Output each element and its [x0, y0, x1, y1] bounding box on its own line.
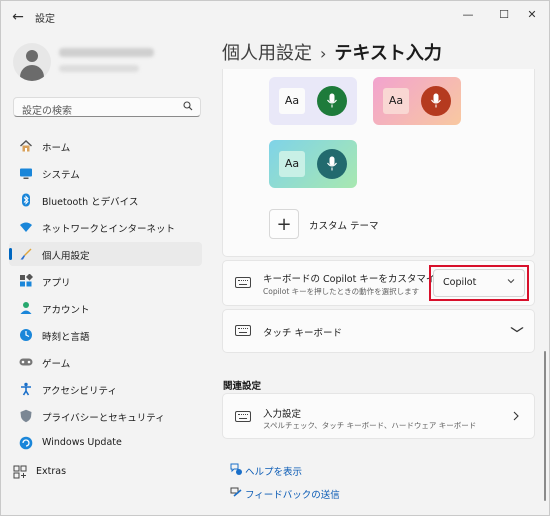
network-icon — [20, 222, 32, 232]
sidebar-item-network[interactable]: ネットワークとインターネット — [9, 215, 202, 239]
sidebar-item-bluetooth[interactable]: Bluetooth とデバイス — [9, 188, 202, 212]
microphone-icon — [317, 86, 347, 116]
breadcrumb-current: テキスト入力 — [334, 43, 442, 64]
account-icon — [20, 302, 32, 314]
sidebar-item-extras[interactable]: Extras — [3, 460, 196, 484]
sidebar-item-label: アカウント — [42, 305, 90, 316]
breadcrumb-parent[interactable]: 個人用設定 — [222, 43, 312, 64]
title-bar: ← 設定 — ☐ ✕ — [1, 1, 549, 33]
windows-update-icon — [19, 436, 33, 450]
avatar-body-shape — [20, 65, 44, 81]
theme-sample-text: Aa — [383, 88, 409, 114]
microphone-icon — [421, 86, 451, 116]
sidebar-item-label: アクセシビリティ — [42, 386, 117, 397]
keyboard-icon — [235, 411, 251, 422]
touch-keyboard-title: タッチ キーボード — [263, 328, 343, 339]
help-icon — [230, 463, 242, 475]
user-name-blurred — [59, 48, 154, 57]
sidebar-item-privacy[interactable]: プライバシーとセキュリティ — [9, 404, 202, 428]
sidebar-item-label: 時刻と言語 — [42, 332, 90, 343]
input-settings-subtitle: スペルチェック、タッチ キーボード、ハードウェア キーボード — [263, 421, 477, 430]
extras-icon — [13, 465, 27, 479]
help-link[interactable]: ヘルプを表示 — [245, 464, 302, 478]
brush-icon — [20, 248, 32, 260]
close-button[interactable]: ✕ — [514, 1, 550, 29]
sidebar-item-label: ゲーム — [42, 359, 71, 370]
search-icon — [183, 101, 193, 114]
sidebar-item-time-language[interactable]: 時刻と言語 — [9, 323, 202, 347]
search-input[interactable]: 設定の検索 — [13, 97, 201, 117]
settings-window: ← 設定 — ☐ ✕ 設定の検索 ホーム システム Bluetooth とデバイ… — [0, 0, 550, 516]
sidebar-item-label: Bluetooth とデバイス — [42, 197, 139, 208]
copilot-key-subtitle: Copilot キーを押したときの動作を選択します — [263, 287, 420, 296]
active-indicator — [9, 248, 12, 260]
highlight-box — [429, 265, 529, 301]
sidebar-item-label: 個人用設定 — [42, 251, 90, 262]
theme-item[interactable]: Aa — [269, 77, 357, 125]
home-icon — [20, 140, 32, 152]
sidebar-item-apps[interactable]: アプリ — [9, 269, 202, 293]
sidebar-item-label: Windows Update — [42, 437, 122, 448]
related-settings-heading: 関連設定 — [223, 381, 262, 392]
accessibility-icon — [21, 382, 31, 396]
feedback-icon — [230, 487, 242, 497]
user-email-blurred — [59, 65, 139, 72]
sidebar-item-accessibility[interactable]: アクセシビリティ — [9, 377, 202, 401]
keyboard-icon — [235, 325, 251, 336]
keyboard-icon — [235, 277, 251, 288]
bluetooth-icon — [22, 193, 30, 207]
microphone-icon — [317, 149, 347, 179]
time-language-icon — [20, 329, 32, 341]
sidebar-item-accounts[interactable]: アカウント — [9, 296, 202, 320]
chevron-right-icon[interactable] — [513, 410, 519, 424]
minimize-button[interactable]: — — [450, 1, 486, 29]
sidebar-item-label: アプリ — [42, 278, 71, 289]
page-title: 個人用設定 › テキスト入力 — [222, 39, 442, 65]
sidebar-item-label: システム — [42, 170, 80, 181]
sidebar-item-label: ネットワークとインターネット — [42, 224, 176, 235]
theme-sample-text: Aa — [279, 151, 305, 177]
theme-sample-text: Aa — [279, 88, 305, 114]
shield-icon — [20, 409, 32, 423]
sidebar-item-personalization[interactable]: 個人用設定 — [9, 242, 202, 266]
search-placeholder: 設定の検索 — [22, 106, 72, 117]
back-button[interactable]: ← — [9, 8, 27, 26]
sidebar-item-label: プライバシーとセキュリティ — [42, 413, 165, 424]
gaming-icon — [19, 358, 33, 366]
sidebar-item-system[interactable]: システム — [9, 161, 202, 185]
app-title: 設定 — [35, 14, 55, 25]
sidebar-item-label: Extras — [36, 466, 67, 477]
breadcrumb-separator: › — [320, 44, 327, 63]
feedback-link[interactable]: フィードバックの送信 — [245, 487, 340, 501]
apps-icon — [20, 274, 33, 287]
sidebar-item-gaming[interactable]: ゲーム — [9, 350, 202, 374]
theme-item[interactable]: Aa — [269, 140, 357, 188]
avatar-head-shape — [26, 50, 38, 62]
custom-theme-label[interactable]: カスタム テーマ — [309, 218, 379, 232]
system-icon — [20, 168, 32, 179]
chevron-down-icon[interactable] — [510, 325, 525, 336]
sidebar-item-label: ホーム — [42, 143, 71, 154]
theme-item[interactable]: Aa — [373, 77, 461, 125]
sidebar-item-home[interactable]: ホーム — [9, 134, 202, 158]
sidebar-item-windows-update[interactable]: Windows Update — [9, 431, 202, 455]
scrollbar[interactable] — [544, 351, 546, 501]
add-custom-theme-button[interactable]: + — [269, 209, 299, 239]
avatar[interactable] — [13, 43, 51, 81]
input-settings-title: 入力設定 — [263, 409, 302, 420]
